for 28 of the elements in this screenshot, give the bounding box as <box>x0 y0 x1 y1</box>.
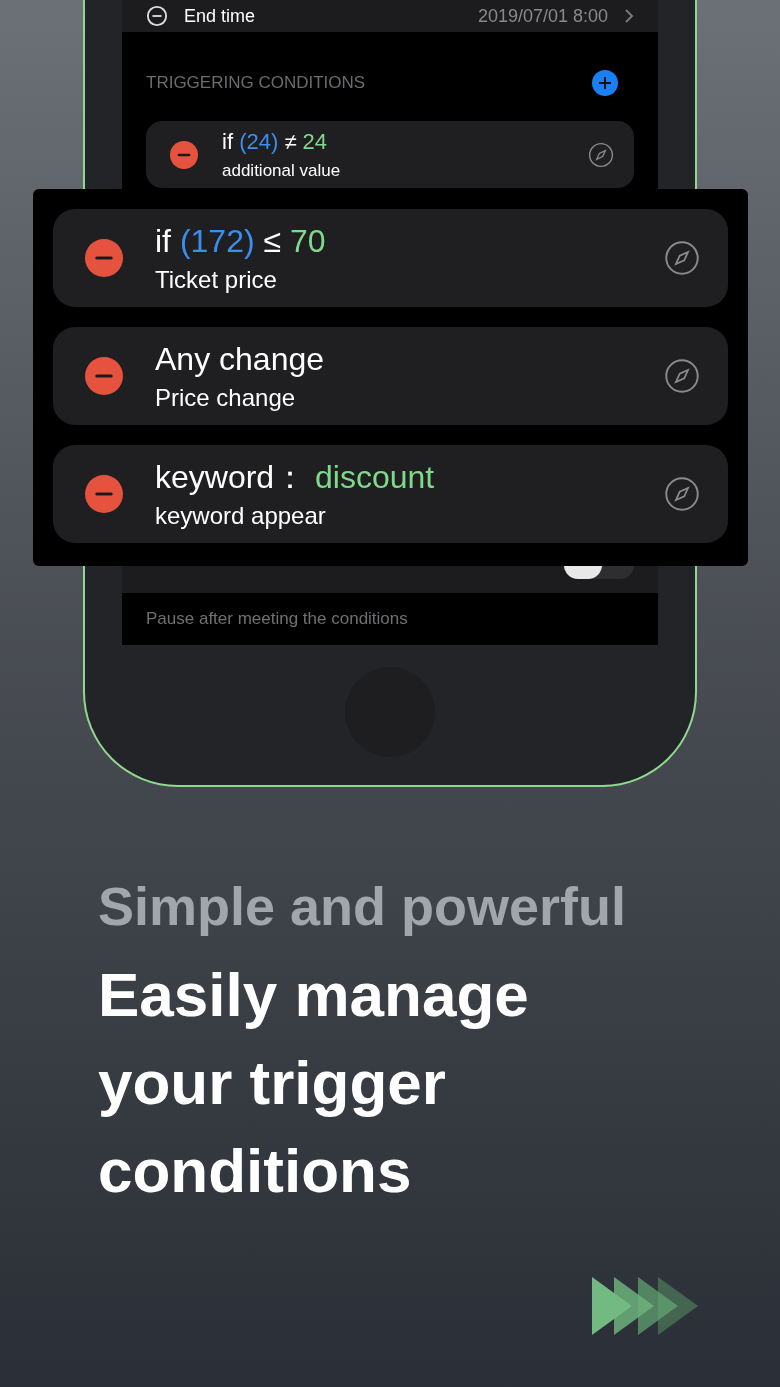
condition-card[interactable]: keyword： discount keyword appear <box>53 445 728 543</box>
compass-icon <box>664 240 700 276</box>
condition-caption: keyword appear <box>155 501 327 531</box>
condition-title: Any change <box>155 340 325 379</box>
condition-caption: Ticket price <box>155 265 278 295</box>
chevron-right-icon <box>624 8 634 24</box>
row-value[interactable]: 2019/07/01 8:00 <box>477 2 608 30</box>
section-header: TRIGGERING CONDITIONS <box>146 72 366 95</box>
add-icon[interactable] <box>592 70 618 96</box>
condition-card[interactable]: if (172) ≤ 70 Ticket price <box>53 209 728 307</box>
headline-subtitle: Simple and powerful <box>98 875 628 938</box>
remove-icon[interactable] <box>85 475 123 513</box>
condition-caption: additional value <box>222 159 342 181</box>
condition-card[interactable]: Any change Price change <box>53 327 728 425</box>
condition-expression: if (24) ≠ 24 <box>222 128 329 156</box>
condition-caption: Price change <box>155 383 297 413</box>
row-label: End time <box>184 4 257 28</box>
remove-icon[interactable] <box>170 140 198 169</box>
remove-icon[interactable] <box>85 239 123 277</box>
headline-title: Easily manage your trigger conditions <box>98 958 530 1207</box>
compass-icon <box>588 141 614 168</box>
settings-note: Pause after meeting the conditions <box>146 608 408 631</box>
remove-icon[interactable] <box>85 357 123 395</box>
condition-expression: if (172) ≤ 70 <box>155 222 327 261</box>
condition-card[interactable]: if (24) ≠ 24 additional value <box>146 121 634 188</box>
condition-expression: keyword： discount <box>155 458 436 497</box>
compass-icon <box>664 476 700 512</box>
compass-icon <box>664 358 700 394</box>
